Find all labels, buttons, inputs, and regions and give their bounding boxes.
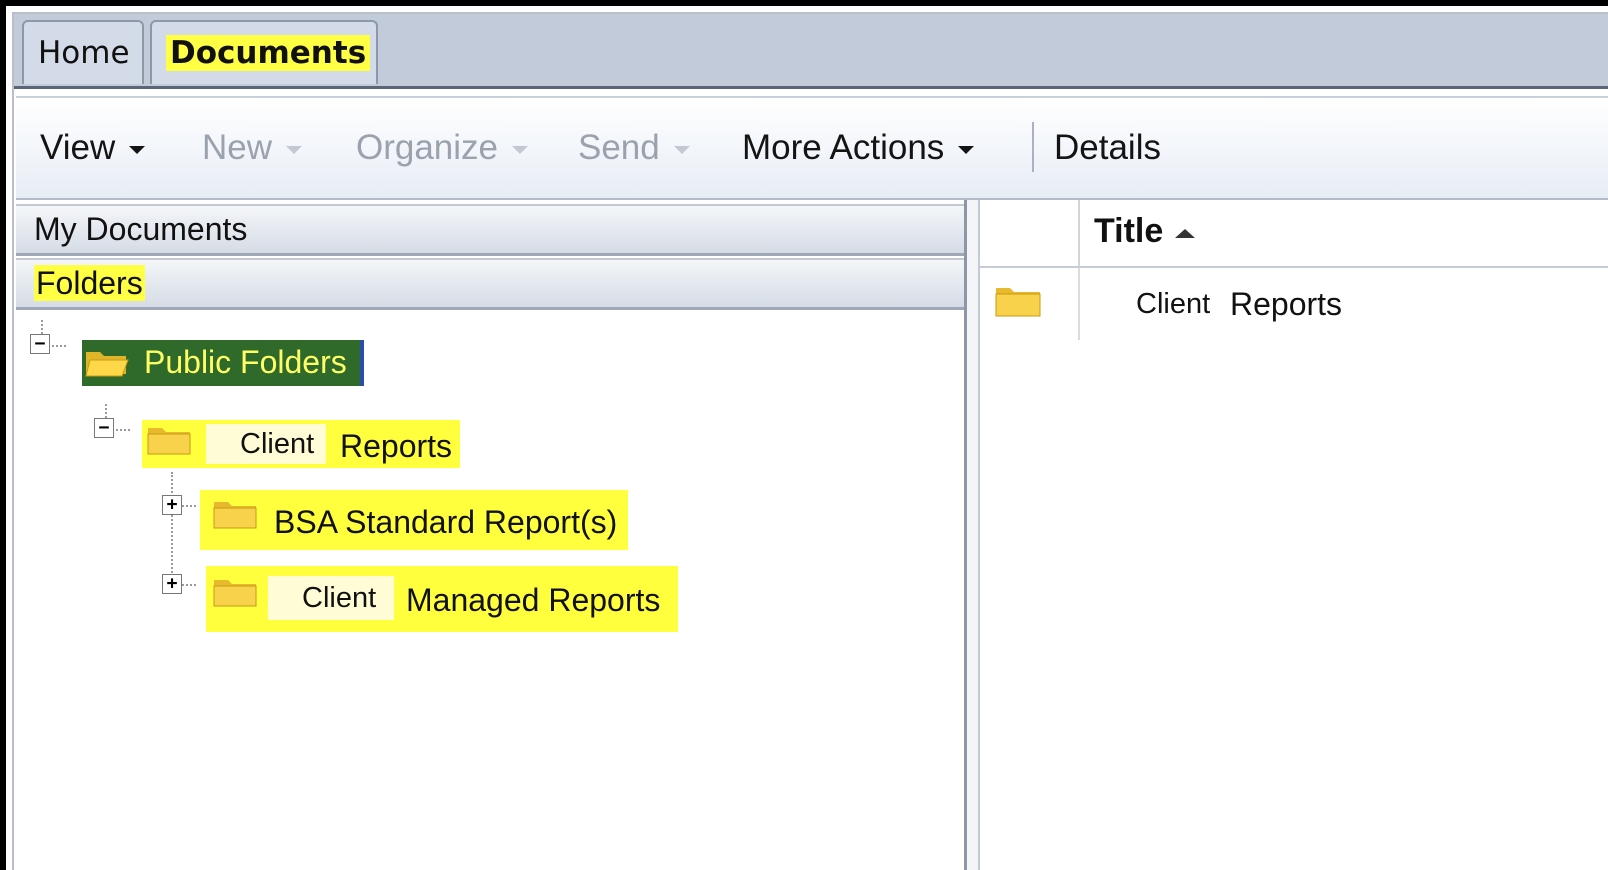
left-panel: My Documents Folders − Public Folders − [16,200,966,870]
tree-node-client-reports[interactable]: Client Reports [142,420,460,468]
tree-node-client-managed-reports[interactable]: Client Managed Reports [206,566,678,632]
sort-ascending-icon [1175,228,1196,238]
tree-connector [171,472,173,588]
client-managed-reports-label-a: Client [302,582,377,614]
tree-connector [182,505,196,507]
tree-connector [182,584,196,586]
folder-icon [995,288,1041,317]
collapse-toggle-icon[interactable]: − [94,418,114,438]
list-column-header: Title [980,200,1608,268]
pane-splitter[interactable] [964,200,980,870]
list-item[interactable]: Client Reports [980,268,1608,340]
list-item-label-b: Reports [1230,286,1343,322]
column-separator[interactable] [1078,200,1080,266]
expand-toggle-icon[interactable]: + [162,495,182,515]
tree-connector [52,345,66,347]
toolbar: View New Organize Send More Actions Deta… [16,96,1608,201]
my-documents-label: My Documents [34,211,248,247]
more-actions-menu-button[interactable]: More Actions [742,126,975,170]
folder-icon [147,428,191,455]
tab-documents-label: Documents [166,35,371,71]
folder-icon [213,502,257,529]
tab-home[interactable]: Home [22,20,144,84]
public-folders-label: Public Folders [144,344,347,380]
collapse-toggle-icon[interactable]: − [30,334,50,354]
chevron-down-icon [512,145,529,154]
tab-documents[interactable]: Documents [150,20,378,84]
send-menu-label: Send [578,128,660,167]
tree-node-public-folders[interactable]: Public Folders [82,340,364,386]
organize-menu-label: Organize [356,128,499,167]
more-actions-label: More Actions [742,128,945,167]
view-menu-label: View [40,128,116,167]
tree-node-bsa-standard-reports[interactable]: BSA Standard Report(s) [200,490,628,550]
my-documents-header[interactable]: My Documents [16,204,966,256]
organize-menu-button[interactable]: Organize [356,126,529,170]
chevron-down-icon [673,145,690,154]
tree-connector [41,320,43,334]
content-list-panel: Title Client Reports [980,200,1608,870]
folder-icon [213,580,257,607]
chevron-down-icon [129,145,146,154]
folder-tree: − Public Folders − Client Reports + BSA … [16,316,966,870]
title-column-header[interactable]: Title [1094,212,1196,251]
new-menu-button[interactable]: New [202,126,303,170]
chevron-down-icon [286,145,303,154]
tab-home-label: Home [38,35,130,71]
folders-header[interactable]: Folders [16,258,966,310]
tab-strip: Home Documents [14,14,1608,89]
client-reports-label-a: Client [240,428,315,460]
folders-label: Folders [34,265,145,301]
send-menu-button[interactable]: Send [578,126,690,170]
open-folder-icon [85,352,129,377]
column-separator [1078,268,1080,340]
bsa-standard-reports-label: BSA Standard Report(s) [274,504,618,540]
tree-connector [116,429,130,431]
expand-toggle-icon[interactable]: + [162,574,182,594]
title-column-label: Title [1094,212,1164,250]
new-menu-label: New [202,128,273,167]
tree-connector [105,404,107,418]
details-label: Details [1054,128,1161,167]
details-button[interactable]: Details [1054,126,1161,170]
client-managed-reports-label-b: Managed Reports [406,582,661,618]
view-menu-button[interactable]: View [40,126,146,170]
client-reports-label-b: Reports [340,428,453,464]
list-item-label-a: Client [1136,288,1211,320]
chevron-down-icon [958,145,975,154]
toolbar-separator [1032,122,1034,172]
